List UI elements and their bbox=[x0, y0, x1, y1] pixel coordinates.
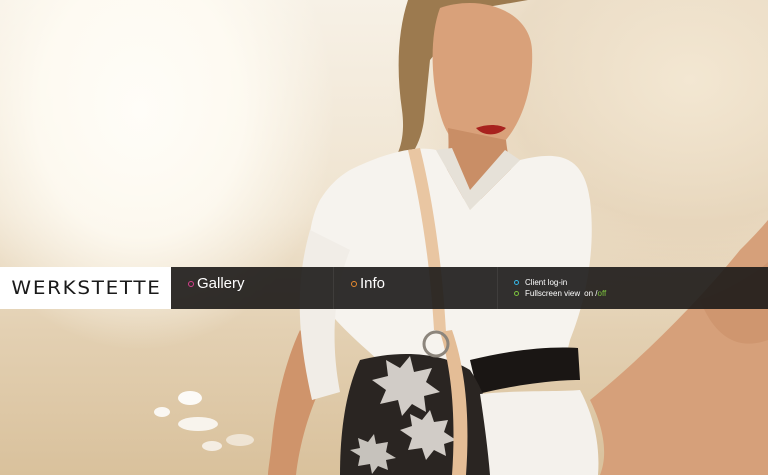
nav-section-gallery: Gallery bbox=[171, 267, 334, 309]
nav-menu: Gallery Info Client log-in Fullscreen vi… bbox=[171, 267, 768, 309]
nav-section-info: Info bbox=[334, 267, 498, 309]
bullet-dot-icon bbox=[514, 280, 519, 285]
utility-links: Client log-in Fullscreen view on / off bbox=[498, 267, 768, 309]
bullet-dot-icon bbox=[351, 280, 357, 287]
bullet-dot-icon bbox=[514, 291, 519, 296]
logo-text: WERKSTETTE bbox=[11, 277, 162, 299]
fullscreen-view-control: Fullscreen view on / off bbox=[514, 289, 606, 298]
main-navigation-bar: WERKSTETTE Gallery Info Client log-in Fu… bbox=[0, 267, 768, 309]
page: WERKSTETTE Gallery Info Client log-in Fu… bbox=[0, 0, 768, 475]
client-login-label: Client log-in bbox=[525, 278, 568, 287]
fullscreen-off-link[interactable]: off bbox=[598, 289, 607, 298]
model-photo-illustration bbox=[154, 0, 768, 475]
nav-link-gallery[interactable]: Gallery bbox=[188, 275, 245, 292]
bullet-dot-icon bbox=[188, 280, 194, 287]
logo[interactable]: WERKSTETTE bbox=[0, 267, 171, 309]
nav-link-info[interactable]: Info bbox=[351, 275, 385, 292]
nav-link-info-label: Info bbox=[360, 275, 386, 292]
fullscreen-view-label: Fullscreen view bbox=[525, 289, 581, 298]
nav-link-gallery-label: Gallery bbox=[197, 275, 245, 292]
fullscreen-on-link[interactable]: on bbox=[584, 289, 593, 298]
hero-photo bbox=[0, 0, 768, 475]
client-login-link[interactable]: Client log-in bbox=[514, 278, 567, 287]
